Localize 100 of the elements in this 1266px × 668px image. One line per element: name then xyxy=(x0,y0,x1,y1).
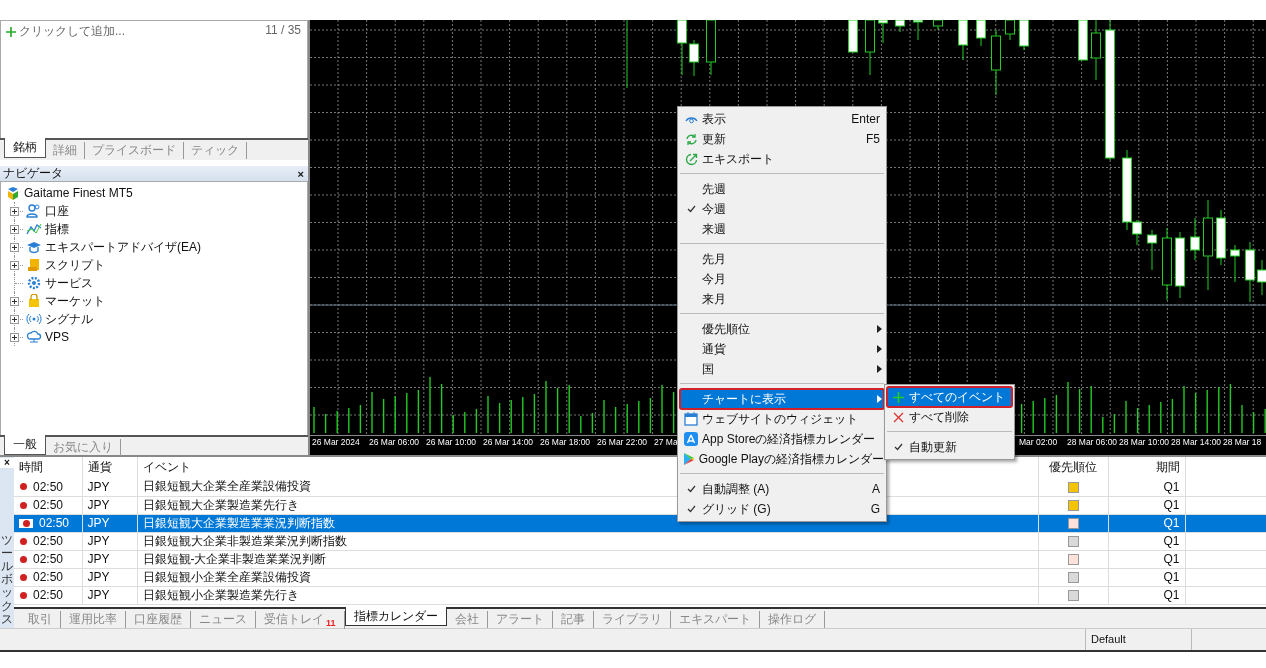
axis-label: 27 Ma xyxy=(653,436,678,449)
menu-item[interactable]: 表示 Enter xyxy=(680,109,884,129)
tree-item[interactable]: スクリプト xyxy=(45,256,105,274)
tab[interactable]: 一般 xyxy=(4,435,46,455)
tree-item[interactable]: Gaitame Finest MT5 xyxy=(24,186,133,200)
candle xyxy=(1078,20,1088,61)
menu-item[interactable]: 国 xyxy=(680,359,884,379)
table-cell: Q1 xyxy=(1108,478,1185,496)
menu-item[interactable]: 今月 xyxy=(680,269,884,289)
plus-icon[interactable] xyxy=(6,26,16,37)
table-cell: 日銀短観小企業製造業先行き xyxy=(137,586,1038,604)
event-dot-icon xyxy=(20,483,27,491)
tab[interactable]: 指標カレンダー xyxy=(344,607,447,626)
toolbox-title: ツールボックス xyxy=(1,533,13,626)
column-header[interactable]: 時間 xyxy=(14,457,82,478)
candle xyxy=(895,20,905,33)
tree-item[interactable]: 指標 xyxy=(45,220,69,238)
axis-label: 28 Mar 18 xyxy=(1222,436,1263,449)
event-dot-icon xyxy=(20,573,27,581)
cloud-icon xyxy=(26,330,42,344)
line-chart-icon xyxy=(26,222,42,236)
tree-item[interactable]: エキスパートアドバイザ(EA) xyxy=(45,238,201,256)
menu-item[interactable]: 自動調整 (A) A xyxy=(680,479,884,499)
candle xyxy=(848,20,858,53)
menu-item[interactable]: 来週 xyxy=(680,219,884,239)
candle xyxy=(677,20,687,76)
table-cell: Q1 xyxy=(1108,586,1185,604)
app-store-icon xyxy=(684,432,698,446)
axis-label: 28 Mar 14:00 xyxy=(1170,436,1221,449)
candle xyxy=(689,39,699,77)
candle xyxy=(1230,244,1240,283)
signal-icon xyxy=(26,312,42,326)
table-cell: JPY xyxy=(82,568,137,586)
axis-label: 28 Mar 06:00 xyxy=(1066,436,1117,449)
menu-item[interactable]: 今週 xyxy=(680,199,884,219)
expand-box-icon[interactable] xyxy=(10,314,19,324)
menu-item[interactable]: ウェブサイトのウィジェット xyxy=(680,409,884,429)
candle xyxy=(1175,231,1185,299)
expand-box-icon[interactable] xyxy=(10,242,19,252)
menu-item[interactable]: 自動更新 xyxy=(887,437,1012,457)
menu-item[interactable]: 先週 xyxy=(680,179,884,199)
table-cell: Q1 xyxy=(1108,496,1185,514)
plus-icon xyxy=(892,391,904,403)
menu-item[interactable]: すべて削除 xyxy=(887,407,1012,427)
unread-count: 11 xyxy=(326,618,336,628)
axis-label: 26 Mar 2024 xyxy=(311,436,361,449)
menu-item[interactable]: すべてのイベント xyxy=(887,387,1012,407)
tree-item[interactable]: サービス xyxy=(45,274,93,292)
gear-icon xyxy=(26,276,42,290)
close-button[interactable]: × xyxy=(297,167,304,180)
table-cell: 02:50 xyxy=(33,588,64,602)
event-dot-icon xyxy=(20,591,27,599)
table-cell: 日銀短観大企業非製造業業況判断指数 xyxy=(137,532,1038,550)
candle xyxy=(1019,20,1029,51)
event-dot-icon xyxy=(20,555,27,563)
shopping-bag-icon xyxy=(26,294,42,308)
table-cell: JPY xyxy=(82,550,137,568)
expand-box-icon[interactable] xyxy=(10,296,19,306)
tab[interactable]: 銘柄 xyxy=(4,138,46,158)
expand-box-icon[interactable] xyxy=(10,224,19,234)
candle xyxy=(1190,217,1200,261)
candle xyxy=(1147,229,1157,271)
menu-item[interactable]: 通貨 xyxy=(680,339,884,359)
event-dot-icon xyxy=(23,519,30,527)
table-cell: 02:50 xyxy=(33,552,64,566)
table-cell: 日銀短観-大企業非製造業業況判断 xyxy=(137,550,1038,568)
tree-item[interactable]: 口座 xyxy=(45,202,69,220)
expand-box-icon[interactable] xyxy=(10,260,19,270)
menu-item[interactable]: App Storeの経済指標カレンダー xyxy=(680,429,884,449)
candle xyxy=(1245,241,1255,303)
export-icon xyxy=(684,152,698,166)
table-cell: 02:50 xyxy=(33,534,64,548)
candle xyxy=(958,20,968,61)
table-cell: JPY xyxy=(82,532,137,550)
menu-item[interactable]: 優先順位 xyxy=(680,319,884,339)
axis-label: 26 Mar 18:00 xyxy=(539,436,592,449)
table-cell: 02:50 xyxy=(33,479,64,494)
column-header[interactable]: 優先順位 xyxy=(1038,457,1108,478)
expand-box-icon[interactable] xyxy=(10,332,19,342)
menu-item[interactable]: 先月 xyxy=(680,249,884,269)
tree-item[interactable]: マーケット xyxy=(45,292,105,310)
tree-item[interactable]: VPS xyxy=(45,330,69,344)
column-header[interactable]: 通貨 xyxy=(82,457,137,478)
candle xyxy=(1257,259,1266,296)
tree-item[interactable]: シグナル xyxy=(45,310,93,328)
table-cell: JPY xyxy=(82,496,137,514)
menu-item[interactable]: 来月 xyxy=(680,289,884,309)
menu-item[interactable]: エキスポート xyxy=(680,149,884,169)
close-button[interactable]: × xyxy=(0,458,14,468)
expand-box-icon[interactable] xyxy=(10,206,19,216)
axis-label: 26 Mar 06:00 xyxy=(368,436,421,449)
menu-item[interactable]: チャートに表示 xyxy=(680,389,884,409)
add-symbol-link[interactable]: クリックして追加... xyxy=(19,23,125,40)
column-header[interactable]: 期間 xyxy=(1108,457,1185,478)
app-logo-icon xyxy=(6,185,21,201)
menu-item[interactable]: 更新 F5 xyxy=(680,129,884,149)
axis-label: 28 Mar 10:00 xyxy=(1118,436,1169,449)
people-icon xyxy=(26,204,42,218)
axis-label: 26 Mar 14:00 xyxy=(482,436,535,449)
symbol-count: 11 / 35 xyxy=(265,23,301,37)
